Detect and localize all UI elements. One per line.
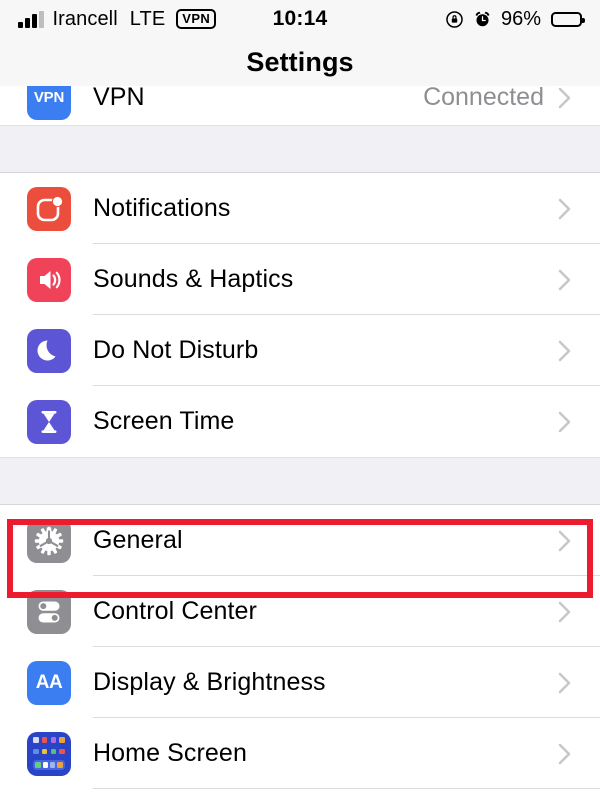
settings-row-general[interactable]: General xyxy=(0,505,600,576)
vpn-badge-icon: VPN xyxy=(176,9,217,29)
alarm-clock-icon xyxy=(475,11,490,26)
chevron-right-icon xyxy=(558,339,572,363)
status-bar: Irancell LTE VPN 10:14 96% xyxy=(0,0,600,38)
chevron-right-icon xyxy=(558,671,572,695)
moon-icon xyxy=(27,328,71,373)
display-brightness-icon: AA xyxy=(27,660,71,705)
chevron-right-icon xyxy=(558,600,572,624)
chevron-right-icon xyxy=(558,268,572,292)
hourglass-icon xyxy=(27,399,71,444)
chevron-right-icon xyxy=(558,529,572,553)
chevron-right-icon xyxy=(558,86,572,110)
settings-row-sounds-haptics[interactable]: Sounds & Haptics xyxy=(0,244,600,315)
chevron-right-icon xyxy=(558,197,572,221)
settings-row-do-not-disturb[interactable]: Do Not Disturb xyxy=(0,315,600,386)
battery-percent-label: 96% xyxy=(500,7,541,30)
settings-row-label: Screen Time xyxy=(93,407,235,435)
settings-row-label: Do Not Disturb xyxy=(93,336,259,364)
sounds-icon xyxy=(27,257,71,302)
signal-bars-icon xyxy=(18,10,44,28)
page-title: Settings xyxy=(246,46,354,77)
carrier-name: Irancell xyxy=(52,7,118,30)
notifications-icon xyxy=(27,186,71,231)
settings-row-label: VPN xyxy=(93,83,145,111)
settings-row-notifications[interactable]: Notifications xyxy=(0,173,600,244)
settings-row-label: Home Screen xyxy=(93,739,247,767)
rotation-lock-icon xyxy=(446,10,463,28)
chevron-right-icon xyxy=(558,742,572,766)
settings-group-general: General Control Center AA Display & Brig… xyxy=(0,505,600,789)
battery-icon xyxy=(551,11,585,27)
settings-list[interactable]: VPN VPN Connected Notifications Sounds &… xyxy=(0,70,600,805)
chevron-right-icon xyxy=(558,410,572,434)
group-separator-2 xyxy=(0,457,600,505)
settings-row-home-screen[interactable]: Home Screen xyxy=(0,718,600,789)
settings-group-notifications: Notifications Sounds & Haptics Do Not Di… xyxy=(0,173,600,457)
settings-row-label: Display & Brightness xyxy=(93,668,326,696)
settings-screen: Irancell LTE VPN 10:14 96% Settings VPN … xyxy=(0,0,600,805)
group-separator-1 xyxy=(0,125,600,173)
vpn-status-value: Connected xyxy=(423,83,544,111)
control-center-icon xyxy=(27,589,71,634)
navigation-bar: Settings xyxy=(0,38,600,86)
settings-row-display-brightness[interactable]: AA Display & Brightness xyxy=(0,647,600,718)
settings-row-control-center[interactable]: Control Center xyxy=(0,576,600,647)
home-screen-icon xyxy=(27,731,71,776)
settings-row-label: Control Center xyxy=(93,597,257,625)
settings-row-label: General xyxy=(93,526,183,554)
settings-row-label: Notifications xyxy=(93,194,231,222)
network-type-label: LTE xyxy=(129,7,166,30)
status-bar-clock: 10:14 xyxy=(272,7,328,30)
gear-icon xyxy=(27,518,71,563)
status-bar-right: 96% xyxy=(327,7,585,31)
settings-row-screen-time[interactable]: Screen Time xyxy=(0,386,600,457)
settings-row-label: Sounds & Haptics xyxy=(93,265,294,293)
status-bar-left: Irancell LTE VPN xyxy=(18,8,273,31)
